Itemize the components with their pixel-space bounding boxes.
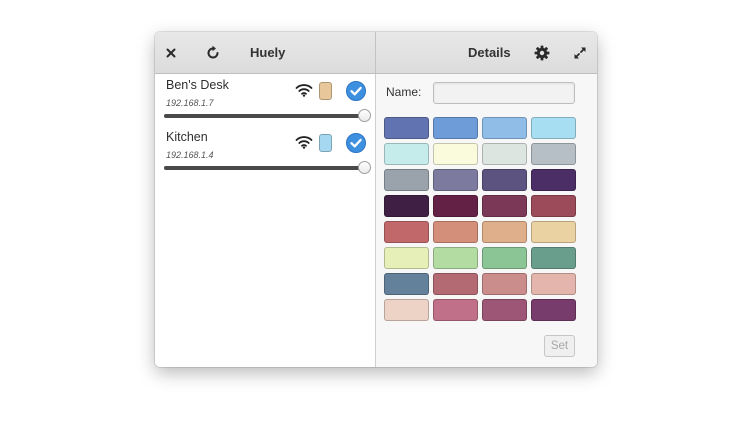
color-swatch[interactable] xyxy=(482,143,527,165)
color-swatch[interactable] xyxy=(384,299,429,321)
color-swatch[interactable] xyxy=(433,143,478,165)
app-window: Huely Details Ben's Desk 192.168.1.7 Kit… xyxy=(155,32,597,367)
color-swatch[interactable] xyxy=(433,247,478,269)
name-input[interactable] xyxy=(433,82,575,104)
color-swatch[interactable] xyxy=(384,117,429,139)
color-swatch[interactable] xyxy=(384,247,429,269)
device-row[interactable]: Ben's Desk 192.168.1.7 xyxy=(155,74,375,126)
gear-icon xyxy=(534,45,550,61)
details-title: Details xyxy=(468,45,511,60)
color-swatch[interactable] xyxy=(531,195,576,217)
color-swatch[interactable] xyxy=(384,143,429,165)
device-list: Ben's Desk 192.168.1.7 Kitchen 192.168.1… xyxy=(155,74,375,367)
color-swatch[interactable] xyxy=(482,247,527,269)
color-swatch[interactable] xyxy=(433,195,478,217)
color-swatch[interactable] xyxy=(482,169,527,191)
headerbar: Huely Details xyxy=(155,32,597,74)
color-swatch[interactable] xyxy=(482,221,527,243)
settings-button[interactable] xyxy=(530,41,554,65)
check-icon[interactable] xyxy=(346,81,366,101)
color-swatch[interactable] xyxy=(531,247,576,269)
check-icon[interactable] xyxy=(346,133,366,153)
color-swatch[interactable] xyxy=(384,273,429,295)
color-swatch[interactable] xyxy=(531,221,576,243)
color-swatch[interactable] xyxy=(531,143,576,165)
name-label: Name: xyxy=(386,85,422,99)
color-swatch[interactable] xyxy=(433,221,478,243)
color-swatch[interactable] xyxy=(531,273,576,295)
set-button[interactable]: Set xyxy=(544,335,575,357)
slider-fill xyxy=(164,166,365,170)
slider-handle[interactable] xyxy=(358,109,371,122)
details-pane: Name: Set xyxy=(376,74,597,367)
refresh-button[interactable] xyxy=(201,41,225,65)
color-palette xyxy=(384,117,576,321)
slider-fill xyxy=(164,114,365,118)
color-swatch[interactable] xyxy=(531,117,576,139)
device-row[interactable]: Kitchen 192.168.1.4 xyxy=(155,126,375,178)
window-title: Huely xyxy=(250,45,286,60)
color-swatch[interactable] xyxy=(482,273,527,295)
device-name: Ben's Desk xyxy=(166,78,229,92)
close-button[interactable] xyxy=(159,41,183,65)
device-color-indicator xyxy=(319,82,332,100)
headerbar-separator xyxy=(375,32,376,73)
device-name: Kitchen xyxy=(166,130,208,144)
color-swatch[interactable] xyxy=(433,273,478,295)
device-color-indicator xyxy=(319,134,332,152)
color-swatch[interactable] xyxy=(384,221,429,243)
wifi-icon xyxy=(295,136,313,149)
color-swatch[interactable] xyxy=(531,299,576,321)
slider-handle[interactable] xyxy=(358,161,371,174)
device-ip: 192.168.1.7 xyxy=(166,98,214,108)
maximize-icon xyxy=(574,47,586,59)
wifi-icon xyxy=(295,84,313,97)
color-swatch[interactable] xyxy=(433,117,478,139)
color-swatch[interactable] xyxy=(384,169,429,191)
color-swatch[interactable] xyxy=(531,169,576,191)
device-ip: 192.168.1.4 xyxy=(166,150,214,160)
brightness-slider[interactable] xyxy=(164,161,371,174)
brightness-slider[interactable] xyxy=(164,109,371,122)
refresh-icon xyxy=(207,45,219,59)
color-swatch[interactable] xyxy=(433,169,478,191)
color-swatch[interactable] xyxy=(384,195,429,217)
color-swatch[interactable] xyxy=(482,117,527,139)
color-swatch[interactable] xyxy=(482,299,527,321)
close-icon xyxy=(166,48,176,58)
maximize-button[interactable] xyxy=(568,41,592,65)
color-swatch[interactable] xyxy=(433,299,478,321)
color-swatch[interactable] xyxy=(482,195,527,217)
